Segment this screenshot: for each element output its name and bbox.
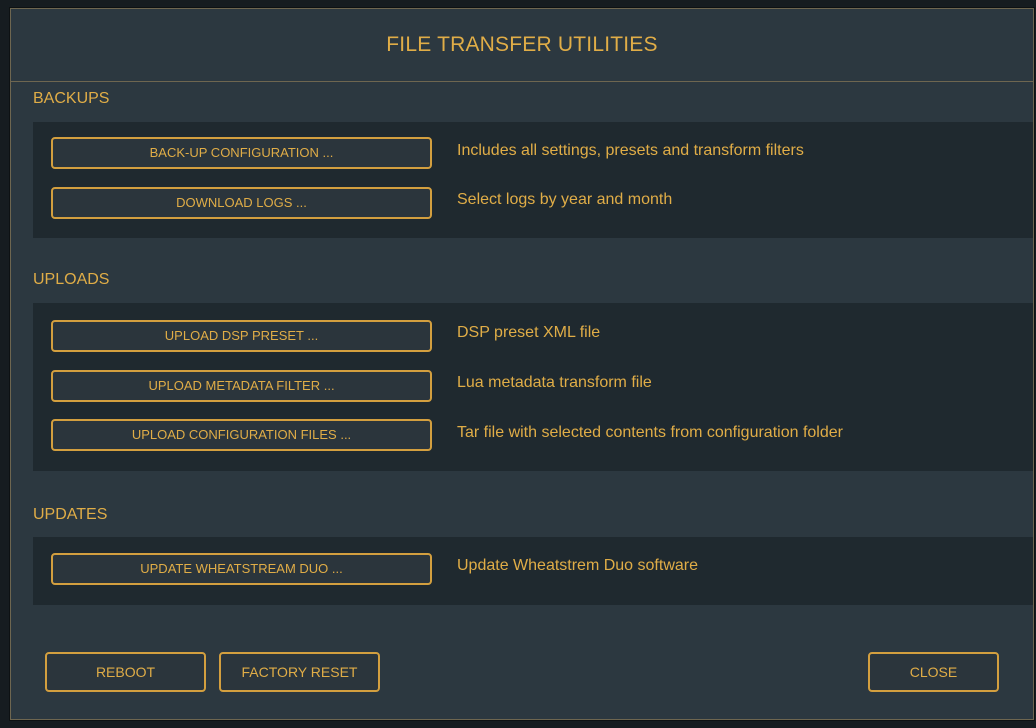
upload-metadata-filter-button[interactable]: UPLOAD METADATA FILTER ... [51, 370, 432, 402]
close-button[interactable]: CLOSE [868, 652, 999, 692]
reboot-button[interactable]: REBOOT [45, 652, 206, 692]
upload-dsp-preset-description: DSP preset XML file [457, 324, 601, 341]
download-logs-button[interactable]: DOWNLOAD LOGS ... [51, 187, 432, 219]
upload-configuration-files-description: Tar file with selected contents from con… [457, 424, 843, 441]
upload-configuration-files-button[interactable]: UPLOAD CONFIGURATION FILES ... [51, 419, 432, 451]
update-wheatstream-duo-description: Update Wheatstrem Duo software [457, 557, 698, 574]
updates-panel: UPDATE WHEATSTREAM DUO ... Update Wheats… [33, 537, 1033, 605]
download-logs-description: Select logs by year and month [457, 191, 673, 208]
uploads-panel: UPLOAD DSP PRESET ... DSP preset XML fil… [33, 303, 1033, 471]
upload-metadata-filter-description: Lua metadata transform file [457, 374, 652, 391]
upload-dsp-preset-button[interactable]: UPLOAD DSP PRESET ... [51, 320, 432, 352]
update-wheatstream-duo-button[interactable]: UPDATE WHEATSTREAM DUO ... [51, 553, 432, 585]
section-heading-updates: UPDATES [33, 506, 108, 523]
factory-reset-button[interactable]: FACTORY RESET [219, 652, 380, 692]
section-heading-uploads: UPLOADS [33, 271, 110, 288]
dialog-title: FILE TRANSFER UTILITIES [386, 33, 658, 56]
file-transfer-utilities-dialog: FILE TRANSFER UTILITIES BACKUPS BACK-UP … [10, 8, 1034, 720]
back-up-configuration-description: Includes all settings, presets and trans… [457, 142, 804, 159]
back-up-configuration-button[interactable]: BACK-UP CONFIGURATION ... [51, 137, 432, 169]
section-heading-backups: BACKUPS [33, 90, 110, 107]
title-divider [11, 81, 1033, 82]
backups-panel: BACK-UP CONFIGURATION ... Includes all s… [33, 122, 1033, 238]
